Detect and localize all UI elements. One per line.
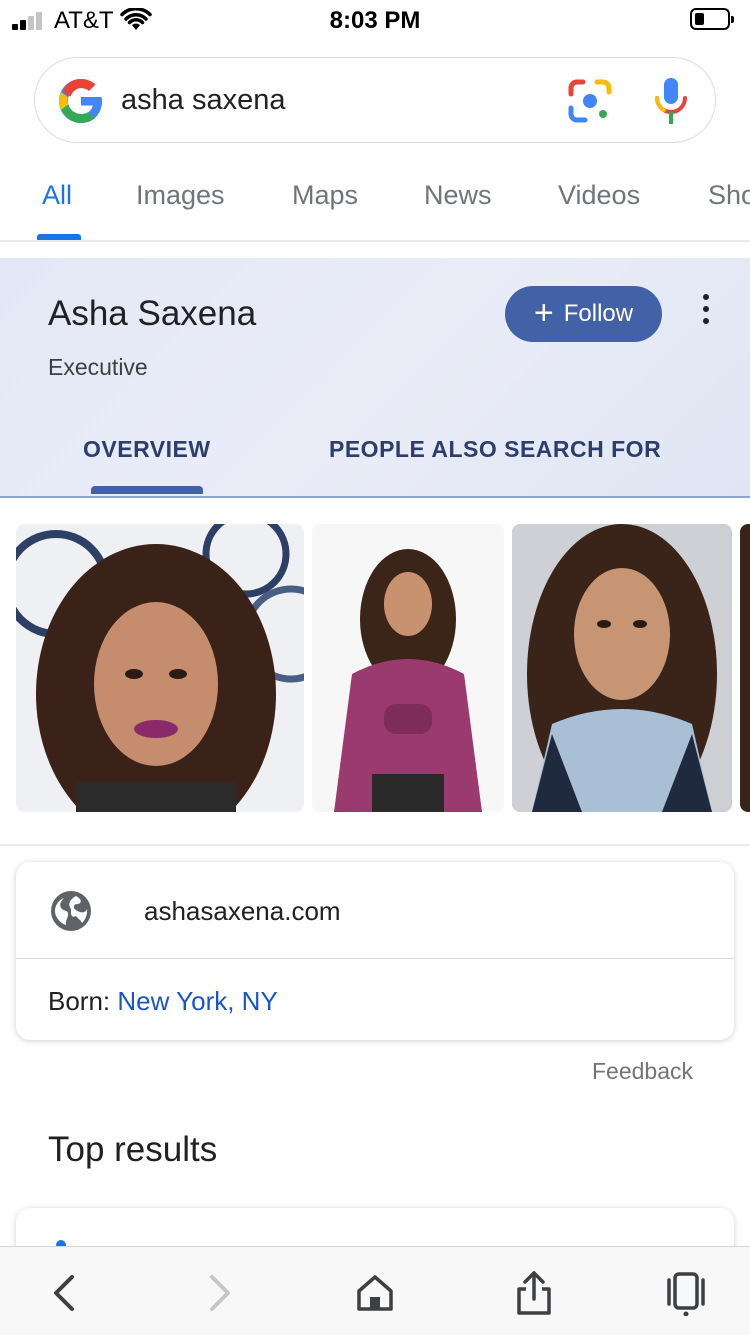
- info-card: ashasaxena.com Born: New York, NY: [16, 862, 734, 1040]
- photo-3[interactable]: [512, 524, 732, 812]
- home-icon: [357, 1275, 393, 1311]
- section-divider: [0, 844, 750, 846]
- photo-4[interactable]: [740, 524, 750, 812]
- search-tabs: All Images Maps News Videos Sho: [0, 160, 750, 240]
- tab-maps[interactable]: Maps: [292, 180, 358, 211]
- tab-news[interactable]: News: [424, 180, 492, 211]
- google-logo-icon[interactable]: [57, 77, 105, 125]
- plus-icon: +: [533, 293, 554, 332]
- tab-shopping[interactable]: Sho: [708, 180, 750, 211]
- tab-all[interactable]: All: [42, 180, 72, 211]
- photo-2[interactable]: [312, 524, 504, 812]
- overview-tab-indicator: [91, 486, 203, 494]
- search-bar[interactable]: asha saxena: [34, 57, 716, 143]
- image-carousel: [0, 524, 750, 812]
- forward-button[interactable]: [192, 1265, 248, 1321]
- status-time: 8:03 PM: [329, 7, 421, 34]
- google-lens-icon[interactable]: [567, 78, 613, 124]
- battery-icon: [690, 8, 734, 30]
- tabs-divider: [0, 240, 750, 242]
- tab-overview[interactable]: OVERVIEW: [83, 436, 211, 463]
- feedback-link[interactable]: Feedback: [592, 1058, 693, 1085]
- born-location-link[interactable]: New York, NY: [117, 986, 277, 1016]
- follow-label: Follow: [563, 300, 634, 327]
- born-label: Born:: [48, 986, 111, 1016]
- born-row: Born: New York, NY: [48, 986, 278, 1017]
- card-divider: [16, 958, 734, 959]
- status-bar: AT&T 8:03 PM: [0, 0, 750, 40]
- back-button[interactable]: [36, 1265, 92, 1321]
- microphone-icon[interactable]: [653, 76, 689, 126]
- search-query-text[interactable]: asha saxena: [121, 84, 285, 117]
- globe-icon: [51, 891, 91, 931]
- tab-images[interactable]: Images: [136, 180, 225, 211]
- website-link[interactable]: ashasaxena.com: [144, 896, 341, 927]
- more-options-icon[interactable]: [697, 294, 715, 326]
- follow-button[interactable]: + Follow: [505, 286, 662, 342]
- entity-subtitle: Executive: [48, 354, 148, 380]
- home-button[interactable]: [347, 1265, 403, 1321]
- share-icon: [517, 1271, 551, 1315]
- tabs-button[interactable]: [658, 1265, 714, 1321]
- browser-toolbar: [0, 1246, 750, 1335]
- back-arrow-icon: [54, 1275, 74, 1311]
- knowledge-panel-header: Asha Saxena Executive + Follow OVERVIEW …: [0, 258, 750, 498]
- forward-arrow-icon: [210, 1275, 230, 1311]
- photo-1[interactable]: [16, 524, 304, 812]
- tab-videos[interactable]: Videos: [558, 180, 640, 211]
- share-button[interactable]: [506, 1265, 562, 1321]
- tab-people-also-search-for[interactable]: PEOPLE ALSO SEARCH FOR: [329, 436, 661, 463]
- tab-switcher-icon: [667, 1272, 705, 1316]
- entity-name: Asha Saxena: [48, 294, 257, 333]
- top-results-heading: Top results: [48, 1130, 218, 1169]
